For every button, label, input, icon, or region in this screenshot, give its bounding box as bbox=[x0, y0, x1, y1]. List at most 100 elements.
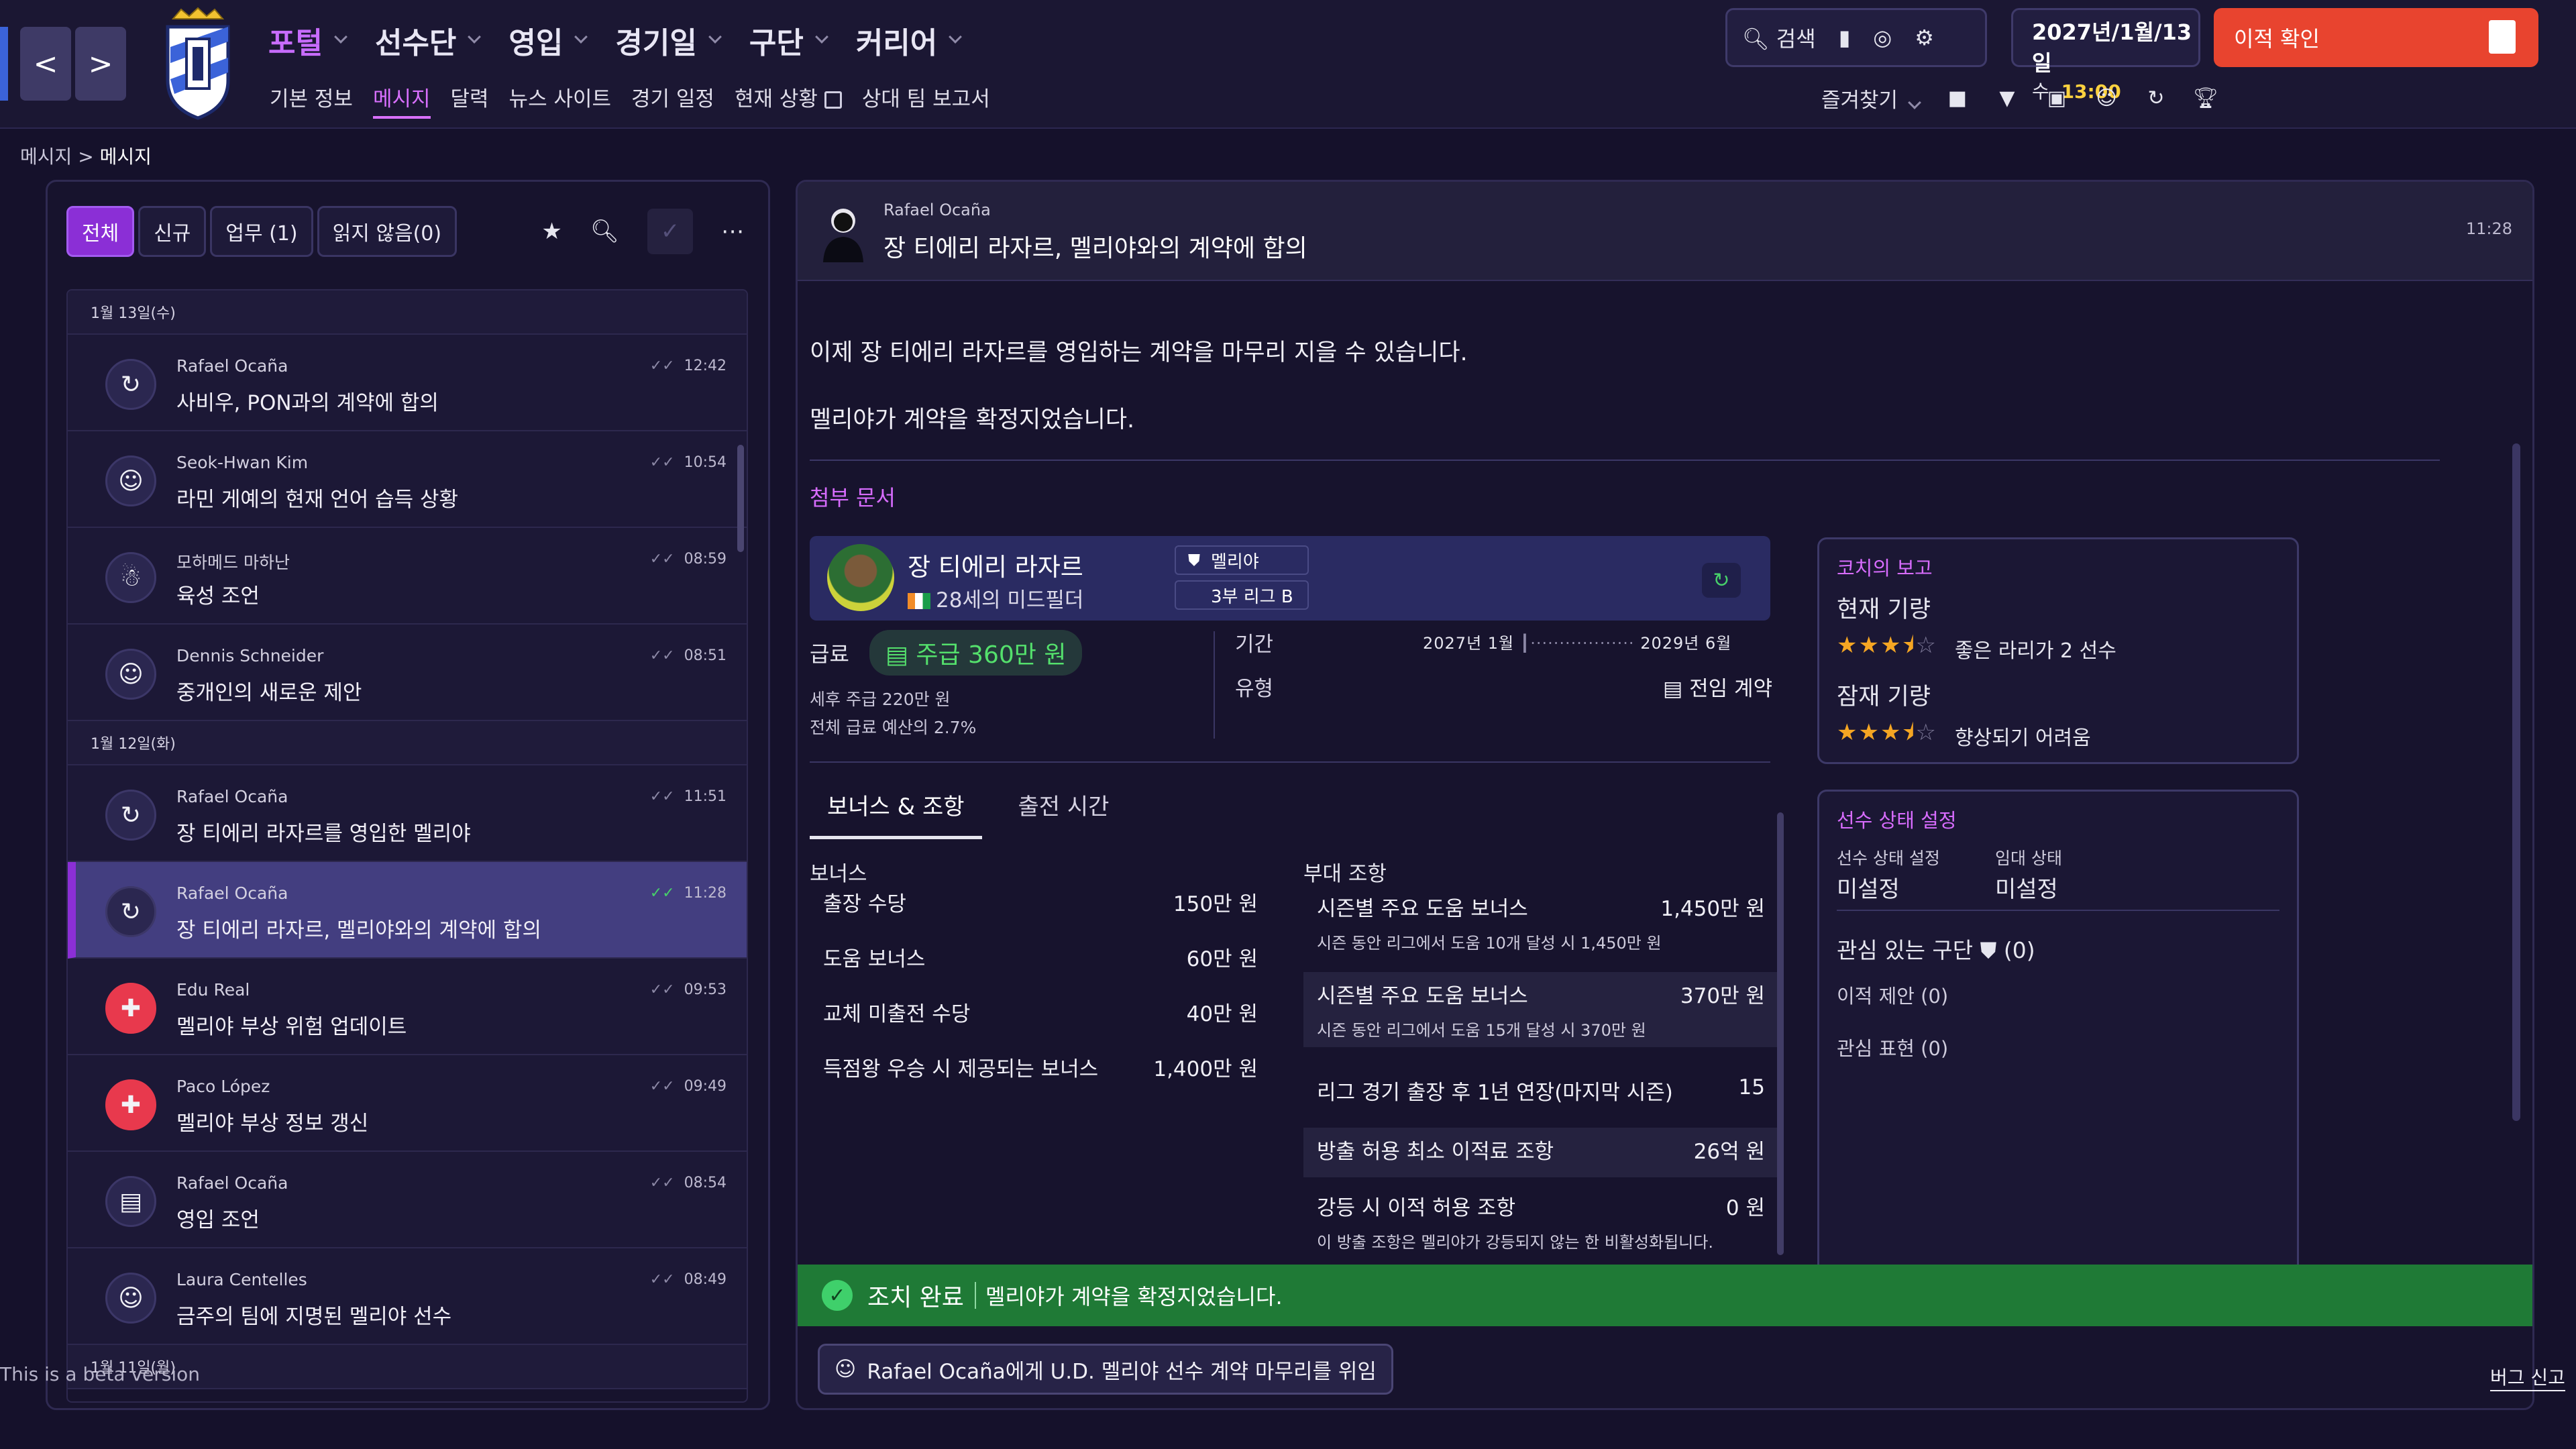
chat-icon[interactable]: ■ bbox=[1946, 87, 1969, 110]
delegate-button[interactable]: ☺ Rafael Ocaña에게 U.D. 멜리야 선수 계약 마무리를 위임 bbox=[818, 1344, 1393, 1395]
message-time: ✓✓ 10:54 bbox=[650, 454, 727, 471]
refresh-icon: ↻ bbox=[105, 790, 156, 841]
clauses-scrollbar[interactable] bbox=[1777, 812, 1784, 1255]
subnav-inbox[interactable]: 메시지 bbox=[372, 82, 431, 119]
clause-value: 0 원 bbox=[1725, 1196, 1765, 1220]
tab-playing-time[interactable]: 출전 시간 bbox=[1001, 788, 1127, 839]
list-item[interactable]: ↻ Rafael Ocaña 장 티에리 라자르를 영입한 멜리야 ✓✓ 11:5… bbox=[68, 765, 747, 862]
subnav-news[interactable]: 뉴스 사이트 bbox=[509, 82, 611, 119]
search-icon[interactable]: 🔍︎ bbox=[590, 218, 619, 245]
breadcrumb-root[interactable]: 메시지 bbox=[20, 146, 72, 168]
transfer-confirm-button[interactable]: 이적 확인 bbox=[2214, 8, 2538, 67]
refresh-icon[interactable]: ↻ bbox=[1702, 563, 1741, 598]
list-item[interactable]: ☺ Dennis Schneider 중개인의 새로운 제안 ✓✓ 08:51 bbox=[68, 625, 747, 721]
nav-portal[interactable]: 포털 bbox=[268, 19, 347, 62]
clause-value: 1,450만 원 bbox=[1660, 897, 1765, 921]
player-age-position: 28세의 미드필더 bbox=[908, 583, 1083, 613]
filter-tasks[interactable]: 업무 (1) bbox=[210, 206, 313, 257]
coach-report-card: 코치의 보고 현재 기량 ★★★⯨☆ 좋은 라리가 2 선수 잠재 기량 ★★★… bbox=[1817, 537, 2299, 764]
favorites-bar: 즐겨찾기 ■ ▼ ▣ ☺ ↻ 🏆︎ bbox=[1821, 83, 2218, 113]
list-item[interactable]: ☺ Laura Centelles 금주의 팀에 지명된 멜리야 선수 ✓✓ 08… bbox=[68, 1248, 747, 1345]
globe-icon[interactable]: ◎ bbox=[1873, 25, 1892, 50]
loan-value[interactable]: 미설정 bbox=[1995, 871, 2058, 904]
list-scrollbar[interactable] bbox=[737, 445, 744, 552]
message-time: ✓✓ 09:53 bbox=[650, 981, 727, 998]
back-button[interactable]: < bbox=[20, 27, 71, 101]
filter-new[interactable]: 신규 bbox=[138, 206, 207, 257]
subnav-status[interactable]: 현재 상황 bbox=[735, 82, 842, 119]
interested-clubs[interactable]: 관심 있는 구단 ⛊ (0) bbox=[1837, 932, 2035, 965]
detail-scrollbar[interactable] bbox=[2512, 443, 2520, 1121]
mark-read-button[interactable]: ✓ bbox=[647, 209, 693, 254]
nav-label: 포털 bbox=[268, 26, 323, 60]
wage-budget: 전체 급료 예산의 2.7% bbox=[810, 718, 977, 737]
list-item-selected[interactable]: ↻ Rafael Ocaña 장 티에리 라자르, 멜리야와의 계약에 합의 ✓… bbox=[68, 862, 747, 959]
favorites-dropdown[interactable]: 즐겨찾기 bbox=[1821, 83, 1921, 113]
nav-label: 선수단 bbox=[374, 26, 457, 60]
star-icon[interactable]: ★ bbox=[541, 218, 561, 245]
filter-unread[interactable]: 읽지 않음(0) bbox=[317, 206, 458, 257]
list-item[interactable]: ☃ 모하메드 마하난 육성 조언 ✓✓ 08:59 bbox=[68, 528, 747, 625]
read-check-icon: ✓✓ bbox=[649, 885, 675, 902]
bookmark-icon[interactable]: ▮ bbox=[1839, 25, 1851, 50]
search-button[interactable]: 🔍︎ 검색 bbox=[1742, 22, 1816, 53]
message-sender: Rafael Ocaña bbox=[176, 356, 288, 376]
list-item[interactable]: ☺ Seok-Hwan Kim 라민 게예의 현재 언어 습득 상황 ✓✓ 10:… bbox=[68, 431, 747, 528]
subnav-opposition-report[interactable]: 상대 팀 보고서 bbox=[862, 82, 990, 119]
player-card[interactable]: 장 티에리 라자르 28세의 미드필더 ⛊ 멜리야 3부 리그 B ↻ bbox=[810, 536, 1770, 621]
chevron-down-icon bbox=[468, 30, 482, 44]
medical-cross-icon: ✚ bbox=[105, 1079, 156, 1130]
bug-report-link[interactable]: 버그 신고 bbox=[2490, 1363, 2565, 1391]
trophy-icon[interactable]: 🏆︎ bbox=[2193, 87, 2218, 110]
detail-time: 11:28 bbox=[2465, 219, 2512, 238]
chevron-down-icon bbox=[334, 30, 347, 44]
player-league[interactable]: 3부 리그 B bbox=[1175, 580, 1309, 610]
nav-club[interactable]: 구단 bbox=[749, 19, 828, 62]
read-check-icon: ✓✓ bbox=[649, 981, 675, 998]
message-detail-panel: Rafael Ocaña 장 티에리 라자르, 멜리야와의 계약에 합의 11:… bbox=[796, 180, 2534, 1410]
subnav-fixtures[interactable]: 경기 일정 bbox=[631, 82, 714, 119]
flag-icon bbox=[908, 593, 930, 609]
tactics-icon[interactable]: ▣ bbox=[2045, 87, 2068, 110]
filter-all[interactable]: 전체 bbox=[66, 206, 135, 257]
nav-matchday[interactable]: 경기일 bbox=[615, 19, 722, 62]
banner-text: 멜리야가 계약을 확정지었습니다. bbox=[985, 1284, 1283, 1309]
club-crest-icon[interactable] bbox=[161, 7, 235, 121]
nav-squad[interactable]: 선수단 bbox=[374, 19, 482, 62]
refresh-icon[interactable]: ↻ bbox=[2145, 87, 2167, 110]
read-check-icon: ✓✓ bbox=[649, 454, 675, 471]
message-time-text: 08:49 bbox=[684, 1271, 727, 1288]
gear-icon[interactable]: ⚙ bbox=[1915, 25, 1934, 50]
list-item[interactable]: ✚ Paco López 멜리야 부상 정보 갱신 ✓✓ 09:49 bbox=[68, 1055, 747, 1152]
status-value[interactable]: 미설정 bbox=[1837, 871, 1900, 904]
date-display[interactable]: 2027년/1월/13일 수 13:00 bbox=[2011, 8, 2200, 103]
transfer-offers[interactable]: 이적 제안 (0) bbox=[1837, 981, 1948, 1009]
message-time: ✓✓ 08:59 bbox=[650, 551, 727, 568]
subnav-calendar[interactable]: 달력 bbox=[451, 82, 489, 119]
interested-count: (0) bbox=[2003, 937, 2035, 963]
wage-label: 급료 bbox=[810, 641, 849, 667]
message-sender: Rafael Ocaña bbox=[176, 883, 288, 903]
document-icon: ▤ bbox=[1663, 677, 1690, 701]
beta-notice: This is a beta version bbox=[0, 1363, 201, 1385]
list-item[interactable]: ▤ Rafael Ocaña 영입 조언 ✓✓ 08:54 bbox=[68, 1152, 747, 1248]
clause-note: 시즌 동안 리그에서 도움 10개 달성 시 1,450만 원 bbox=[1317, 934, 1662, 953]
list-item[interactable]: ↻ Rafael Ocaña 사비우, PON과의 계약에 합의 ✓✓ 12:42 bbox=[68, 335, 747, 431]
expressed-interest[interactable]: 관심 표현 (0) bbox=[1837, 1033, 1948, 1061]
message-time: ✓✓ 12:42 bbox=[650, 358, 727, 374]
clause-value: 15 bbox=[1738, 1075, 1765, 1099]
nav-career[interactable]: 커리어 bbox=[856, 19, 963, 62]
player-photo bbox=[827, 544, 894, 611]
nav-recruitment[interactable]: 영입 bbox=[508, 19, 588, 62]
player-club[interactable]: ⛊ 멜리야 bbox=[1175, 545, 1309, 575]
list-item[interactable]: ✚ Edu Real 멜리야 부상 위험 업데이트 ✓✓ 09:53 bbox=[68, 959, 747, 1055]
more-icon[interactable]: ⋯ bbox=[721, 218, 744, 245]
staff-icon[interactable]: ☺ bbox=[2095, 87, 2118, 110]
tab-bonuses[interactable]: 보너스 & 조항 bbox=[810, 788, 982, 839]
player-name[interactable]: 장 티에리 라자르 bbox=[908, 547, 1083, 583]
shirt-icon[interactable]: ▼ bbox=[1996, 87, 2019, 110]
coach-report-title: 코치의 보고 bbox=[1837, 557, 1933, 580]
clause-label: 강등 시 이적 허용 조항 bbox=[1317, 1196, 1516, 1220]
subnav-overview[interactable]: 기본 정보 bbox=[270, 82, 353, 119]
forward-button[interactable]: > bbox=[75, 27, 126, 101]
